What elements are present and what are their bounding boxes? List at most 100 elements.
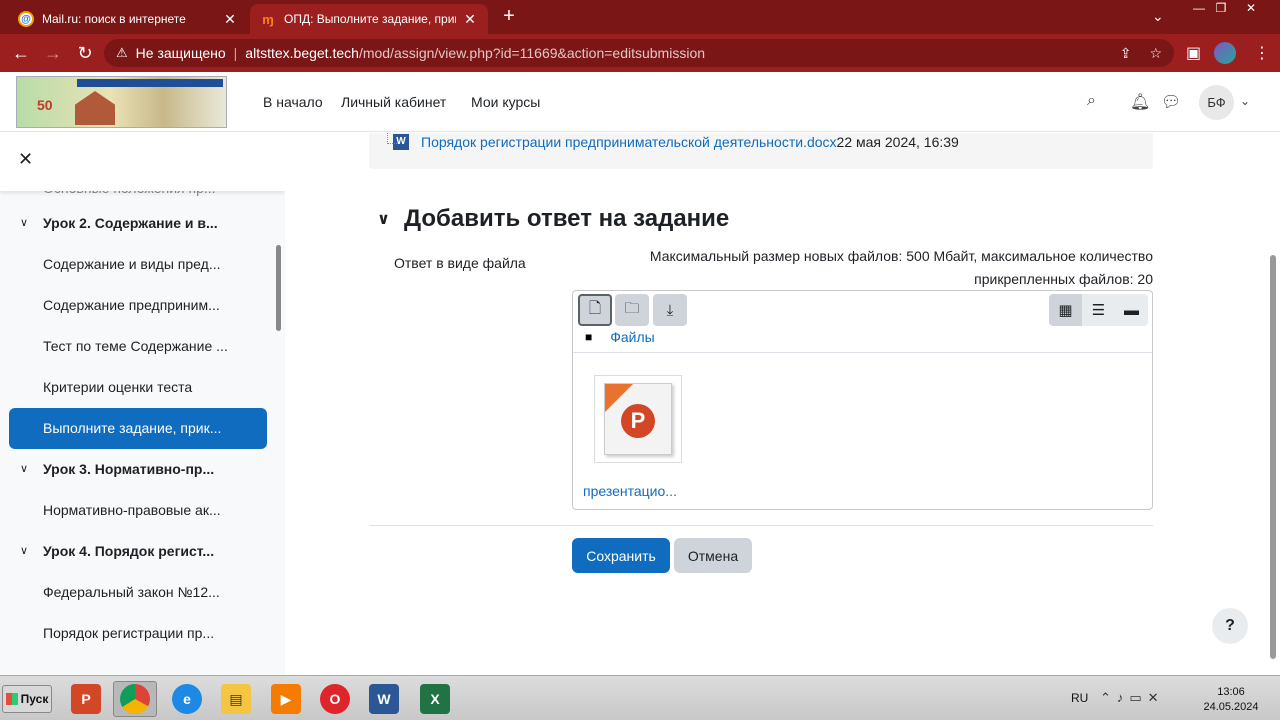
taskbar-powerpoint[interactable]: P <box>64 681 108 717</box>
system-tray-icons[interactable]: ⌃♪▭✕ <box>1100 690 1165 706</box>
nav-home[interactable]: В начало <box>263 94 323 110</box>
bookmark-star-icon[interactable]: ☆ <box>1149 45 1162 62</box>
tab-search-chevron-icon[interactable]: ⌄ <box>1152 8 1164 25</box>
chevron-down-icon[interactable]: ∨ <box>20 203 28 244</box>
taskbar-opera[interactable]: O <box>313 681 357 717</box>
security-label[interactable]: Не защищено <box>136 45 226 61</box>
start-button[interactable]: Пуск <box>2 685 52 713</box>
powerpoint-icon: P <box>71 684 101 714</box>
url-host: altsttex.beget.tech <box>245 45 359 61</box>
divider <box>369 525 1153 526</box>
section-label: Урок 4. Порядок регист... <box>43 543 215 559</box>
section-item[interactable]: ∨ Урок 3. Нормативно-пр... <box>0 449 285 490</box>
notifications-bell-icon[interactable]: 🔔︎ <box>1130 92 1150 112</box>
breadcrumb: ■ Файлы <box>585 329 655 345</box>
list-item[interactable]: Критерии оценки теста <box>0 367 285 408</box>
attached-file-date: 22 мая 2024, 16:39 <box>836 134 959 150</box>
cancel-button[interactable]: Отмена <box>674 538 752 573</box>
clock-time: 13:06 <box>1217 686 1245 698</box>
file-thumbnail-name[interactable]: презентацио... <box>583 483 677 499</box>
windows-logo-icon <box>5 693 18 705</box>
help-button[interactable]: ? <box>1212 608 1248 644</box>
side-panel-icon[interactable]: ▣ <box>1186 43 1201 63</box>
url-field[interactable]: ⚠ Не защищено | altsttex.beget.tech /mod… <box>104 39 1174 67</box>
close-icon[interactable]: ✕ <box>222 11 238 28</box>
mailru-icon: @ <box>18 11 34 27</box>
add-file-button[interactable]: 🗋 <box>578 294 612 326</box>
page-title: Добавить ответ на задание <box>404 205 730 232</box>
taskbar-excel[interactable]: X <box>413 681 457 717</box>
list-item[interactable]: Порядок регистрации пр... <box>0 613 285 654</box>
file-picker-toolbar: 🗋 🗀 ⤓ ▦ ☰ ▬ ■ Файлы <box>573 291 1152 353</box>
section-label: Урок 3. Нормативно-пр... <box>43 461 215 477</box>
section-item[interactable]: ∨ Урок 2. Содержание и в... <box>0 203 285 244</box>
menu-kebab-icon[interactable]: ⋮ <box>1254 43 1270 63</box>
browser-profile-icon[interactable] <box>1214 42 1236 64</box>
browser-tab-assignment[interactable]: ɱ ОПД: Выполните задание, прикре ✕ <box>250 4 488 34</box>
max-size-info: Максимальный размер новых файлов: 500 Мб… <box>605 245 1153 291</box>
chevron-down-icon[interactable]: ∨ <box>20 531 28 572</box>
chevron-down-icon[interactable]: ∨ <box>377 209 390 229</box>
nav-dashboard[interactable]: Личный кабинет <box>341 94 446 110</box>
folder-icon: ▬ <box>1124 301 1139 319</box>
restore-button[interactable]: ❐ <box>1206 0 1236 18</box>
download-icon: ⤓ <box>666 301 674 319</box>
warning-icon[interactable]: ⚠ <box>116 45 128 61</box>
list-item[interactable]: Содержание и виды пред... <box>0 244 285 285</box>
taskbar-media-player[interactable]: ▶ <box>264 681 308 717</box>
avatar[interactable]: БФ <box>1199 85 1234 120</box>
attached-file-link[interactable]: Порядок регистрации предпринимательской … <box>421 134 837 150</box>
nav-my-courses[interactable]: Мои курсы <box>471 94 540 110</box>
search-icon[interactable]: ⌕ <box>1087 92 1096 110</box>
view-tree-button[interactable]: ▬ <box>1115 294 1148 326</box>
clock[interactable]: 13:06 24.05.2024 <box>1196 685 1266 715</box>
reload-button[interactable]: ↻ <box>74 42 96 64</box>
forward-button[interactable]: → <box>42 42 64 64</box>
moodle-icon: ɱ <box>262 11 274 27</box>
share-icon[interactable]: ⇪ <box>1120 45 1132 62</box>
view-list-button[interactable]: ☰ <box>1082 294 1115 326</box>
start-label: Пуск <box>20 692 49 706</box>
site-logo[interactable]: 50 <box>16 76 227 128</box>
folder-icon: ■ <box>585 330 593 344</box>
taskbar-ie[interactable]: e <box>165 681 209 717</box>
view-icons-button[interactable]: ▦ <box>1049 294 1082 326</box>
internet-explorer-icon: e <box>172 684 202 714</box>
language-indicator[interactable]: RU <box>1071 691 1088 705</box>
list-item-active[interactable]: Выполните задание, прик... <box>9 408 267 449</box>
list-item[interactable]: Нормативно-правовые ак... <box>0 490 285 531</box>
download-all-button[interactable]: ⤓ <box>653 294 687 326</box>
main-content: W Порядок регистрации предпринимательско… <box>285 133 1268 675</box>
list-icon: ☰ <box>1091 302 1106 319</box>
new-tab-button[interactable]: + <box>498 6 520 28</box>
create-folder-button[interactable]: 🗀 <box>615 294 649 326</box>
window-close-button[interactable]: ✕ <box>1236 0 1266 18</box>
taskbar-explorer[interactable]: ▤ <box>214 681 258 717</box>
media-player-icon: ▶ <box>271 684 301 714</box>
section-heading[interactable]: ∨ Добавить ответ на задание <box>377 205 729 233</box>
list-item[interactable]: Тест по теме Содержание ... <box>0 326 285 367</box>
messages-icon[interactable]: 💬︎ <box>1161 92 1181 112</box>
list-item[interactable]: Федеральный закон №12... <box>0 572 285 613</box>
powerpoint-file-icon: P <box>604 383 672 455</box>
url-path: /mod/assign/view.php?id=11669&action=edi… <box>358 45 706 61</box>
back-button[interactable]: ← <box>10 42 32 64</box>
breadcrumb-files-link[interactable]: Файлы <box>610 329 654 345</box>
browser-tab-mailru[interactable]: @ Mail.ru: поиск в интернете ✕ <box>8 4 248 34</box>
save-button[interactable]: Сохранить <box>572 538 670 573</box>
close-icon[interactable]: ✕ <box>462 11 478 28</box>
taskbar-word[interactable]: W <box>362 681 406 717</box>
scrollbar[interactable] <box>276 245 281 331</box>
file-thumbnail[interactable]: P <box>594 375 682 463</box>
section-item[interactable]: ∨ Урок 4. Порядок регист... <box>0 531 285 572</box>
grid-icon: ▦ <box>1058 302 1073 319</box>
file-submission-label: Ответ в виде файла <box>394 255 526 271</box>
scrollbar[interactable] <box>1270 255 1276 659</box>
close-icon[interactable]: ✕ <box>18 149 33 170</box>
chevron-down-icon[interactable]: ∨ <box>20 449 28 490</box>
list-item[interactable]: Содержание предприним... <box>0 285 285 326</box>
drawer-header: ✕ <box>0 133 285 191</box>
attached-file-row: W Порядок регистрации предпринимательско… <box>387 133 959 150</box>
taskbar-chrome[interactable] <box>113 681 157 717</box>
chevron-down-icon[interactable]: ⌄ <box>1240 94 1250 108</box>
